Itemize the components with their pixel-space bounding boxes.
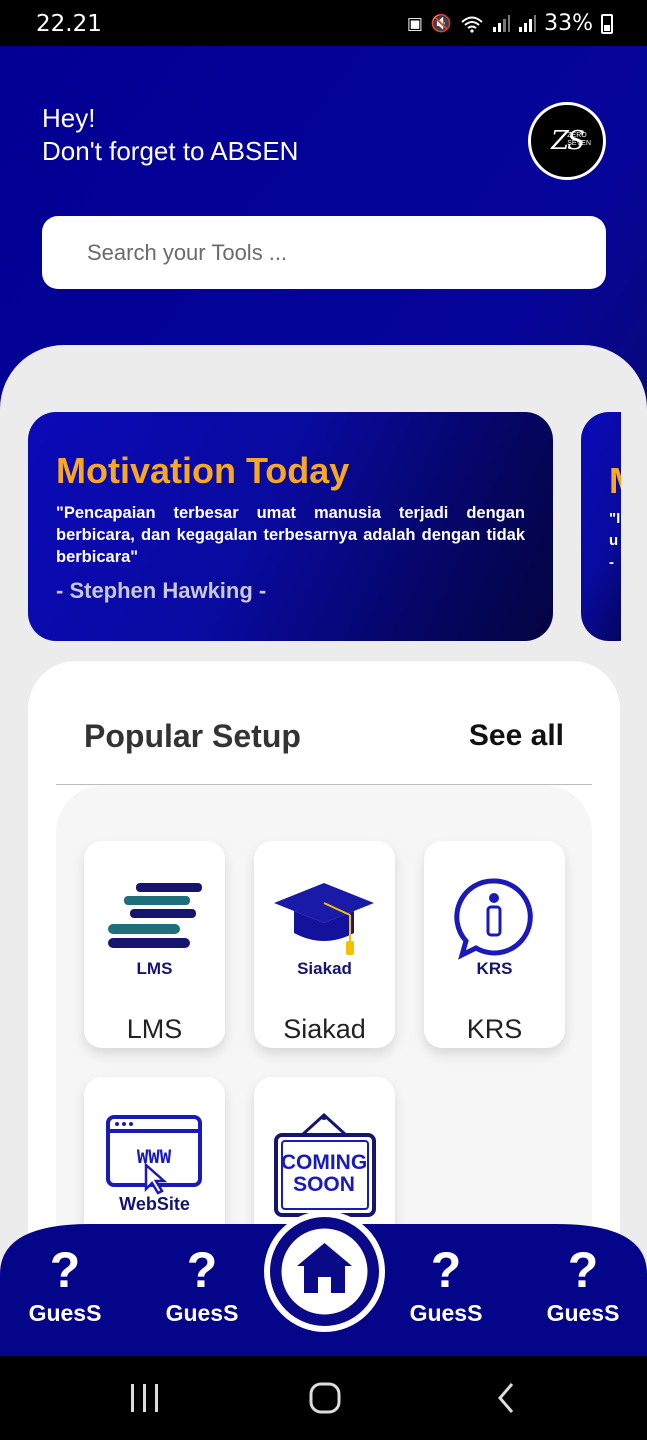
status-icons: ▣ 🔇 33% bbox=[407, 11, 613, 36]
recent-apps-icon[interactable] bbox=[125, 1380, 165, 1416]
see-all-link[interactable]: See all bbox=[469, 719, 564, 753]
signal-icon bbox=[519, 14, 537, 32]
mute-icon: 🔇 bbox=[430, 13, 453, 34]
svg-text:KRS: KRS bbox=[477, 959, 513, 978]
bottom-nav: ? GuesS ? GuesS ? GuesS ? GuesS bbox=[0, 1211, 647, 1356]
avatar[interactable]: ZS ZERO SEVEN bbox=[528, 102, 606, 180]
svg-text:WebSite: WebSite bbox=[119, 1194, 190, 1214]
tool-tile-lms[interactable]: LMS LMS bbox=[84, 841, 225, 1048]
greeting: Hey! Don't forget to ABSEN bbox=[42, 102, 298, 168]
info-bubble-icon: KRS bbox=[454, 878, 533, 978]
popular-title: Popular Setup bbox=[84, 718, 301, 754]
nav-item-guess-1[interactable]: ? GuesS bbox=[10, 1244, 120, 1327]
nav-label: GuesS bbox=[409, 1300, 483, 1326]
tool-tile-siakad[interactable]: Siakad Siakad bbox=[254, 841, 395, 1048]
motivation-card[interactable]: Motivation Today "Pencapaian terbesar um… bbox=[28, 412, 553, 641]
app-screen: Hey! Don't forget to ABSEN ZS ZERO SEVEN … bbox=[0, 46, 647, 1356]
cast-icon: ▣ bbox=[406, 13, 423, 34]
signal-icon bbox=[493, 14, 511, 32]
home-icon bbox=[281, 1228, 368, 1315]
system-nav-bar bbox=[0, 1356, 647, 1440]
motivation-title: Motivation Today bbox=[56, 450, 350, 491]
svg-text:SOON: SOON bbox=[293, 1173, 355, 1196]
system-home-icon[interactable] bbox=[305, 1380, 345, 1416]
graduation-cap-icon: Siakad bbox=[274, 883, 374, 978]
wifi-icon bbox=[461, 16, 483, 33]
battery-percent: 33% bbox=[544, 11, 593, 36]
website-icon: WWW WebSite bbox=[106, 1115, 202, 1214]
svg-text:COMING: COMING bbox=[281, 1151, 367, 1174]
question-mark-icon: ? bbox=[186, 1242, 218, 1298]
nav-label: GuesS bbox=[546, 1300, 620, 1326]
books-icon: LMS bbox=[108, 883, 202, 978]
battery-icon bbox=[601, 13, 613, 34]
motivation-next-title: M bbox=[609, 460, 621, 502]
motivation-next-text: "I u - bbox=[609, 510, 621, 571]
question-mark-icon: ? bbox=[430, 1242, 462, 1298]
svg-text:LMS: LMS bbox=[137, 959, 173, 978]
nav-item-guess-2[interactable]: ? GuesS bbox=[147, 1244, 257, 1327]
status-bar: 22.21 ▣ 🔇 33% bbox=[0, 0, 647, 46]
search-input[interactable] bbox=[42, 216, 606, 289]
nav-label: GuesS bbox=[28, 1300, 102, 1326]
back-icon[interactable] bbox=[488, 1380, 528, 1416]
nav-item-guess-3[interactable]: ? GuesS bbox=[391, 1244, 501, 1327]
status-time: 22.21 bbox=[36, 11, 102, 37]
svg-text:Siakad: Siakad bbox=[297, 959, 352, 978]
tool-label: LMS bbox=[126, 1014, 183, 1044]
tool-tile-krs[interactable]: KRS KRS bbox=[424, 841, 565, 1048]
coming-soon-sign-icon: COMING SOON bbox=[274, 1112, 376, 1217]
motivation-author: - Stephen Hawking - bbox=[56, 578, 267, 603]
home-button[interactable] bbox=[264, 1211, 385, 1332]
tool-label: Siakad bbox=[283, 1014, 366, 1044]
greeting-line-1: Hey! bbox=[42, 103, 96, 133]
question-mark-icon: ? bbox=[567, 1242, 599, 1298]
motivation-card-next[interactable]: M "Iu- bbox=[581, 412, 621, 641]
tool-label: KRS bbox=[466, 1014, 523, 1044]
avatar-subtext: ZERO SEVEN bbox=[567, 132, 591, 147]
motivation-quote: "Pencapaian terbesar umat manusia terjad… bbox=[56, 504, 525, 566]
nav-label: GuesS bbox=[165, 1300, 239, 1326]
greeting-line-2: Don't forget to ABSEN bbox=[42, 136, 299, 166]
svg-text:WWW: WWW bbox=[137, 1146, 172, 1168]
nav-item-guess-4[interactable]: ? GuesS bbox=[528, 1244, 638, 1327]
question-mark-icon: ? bbox=[49, 1242, 81, 1298]
